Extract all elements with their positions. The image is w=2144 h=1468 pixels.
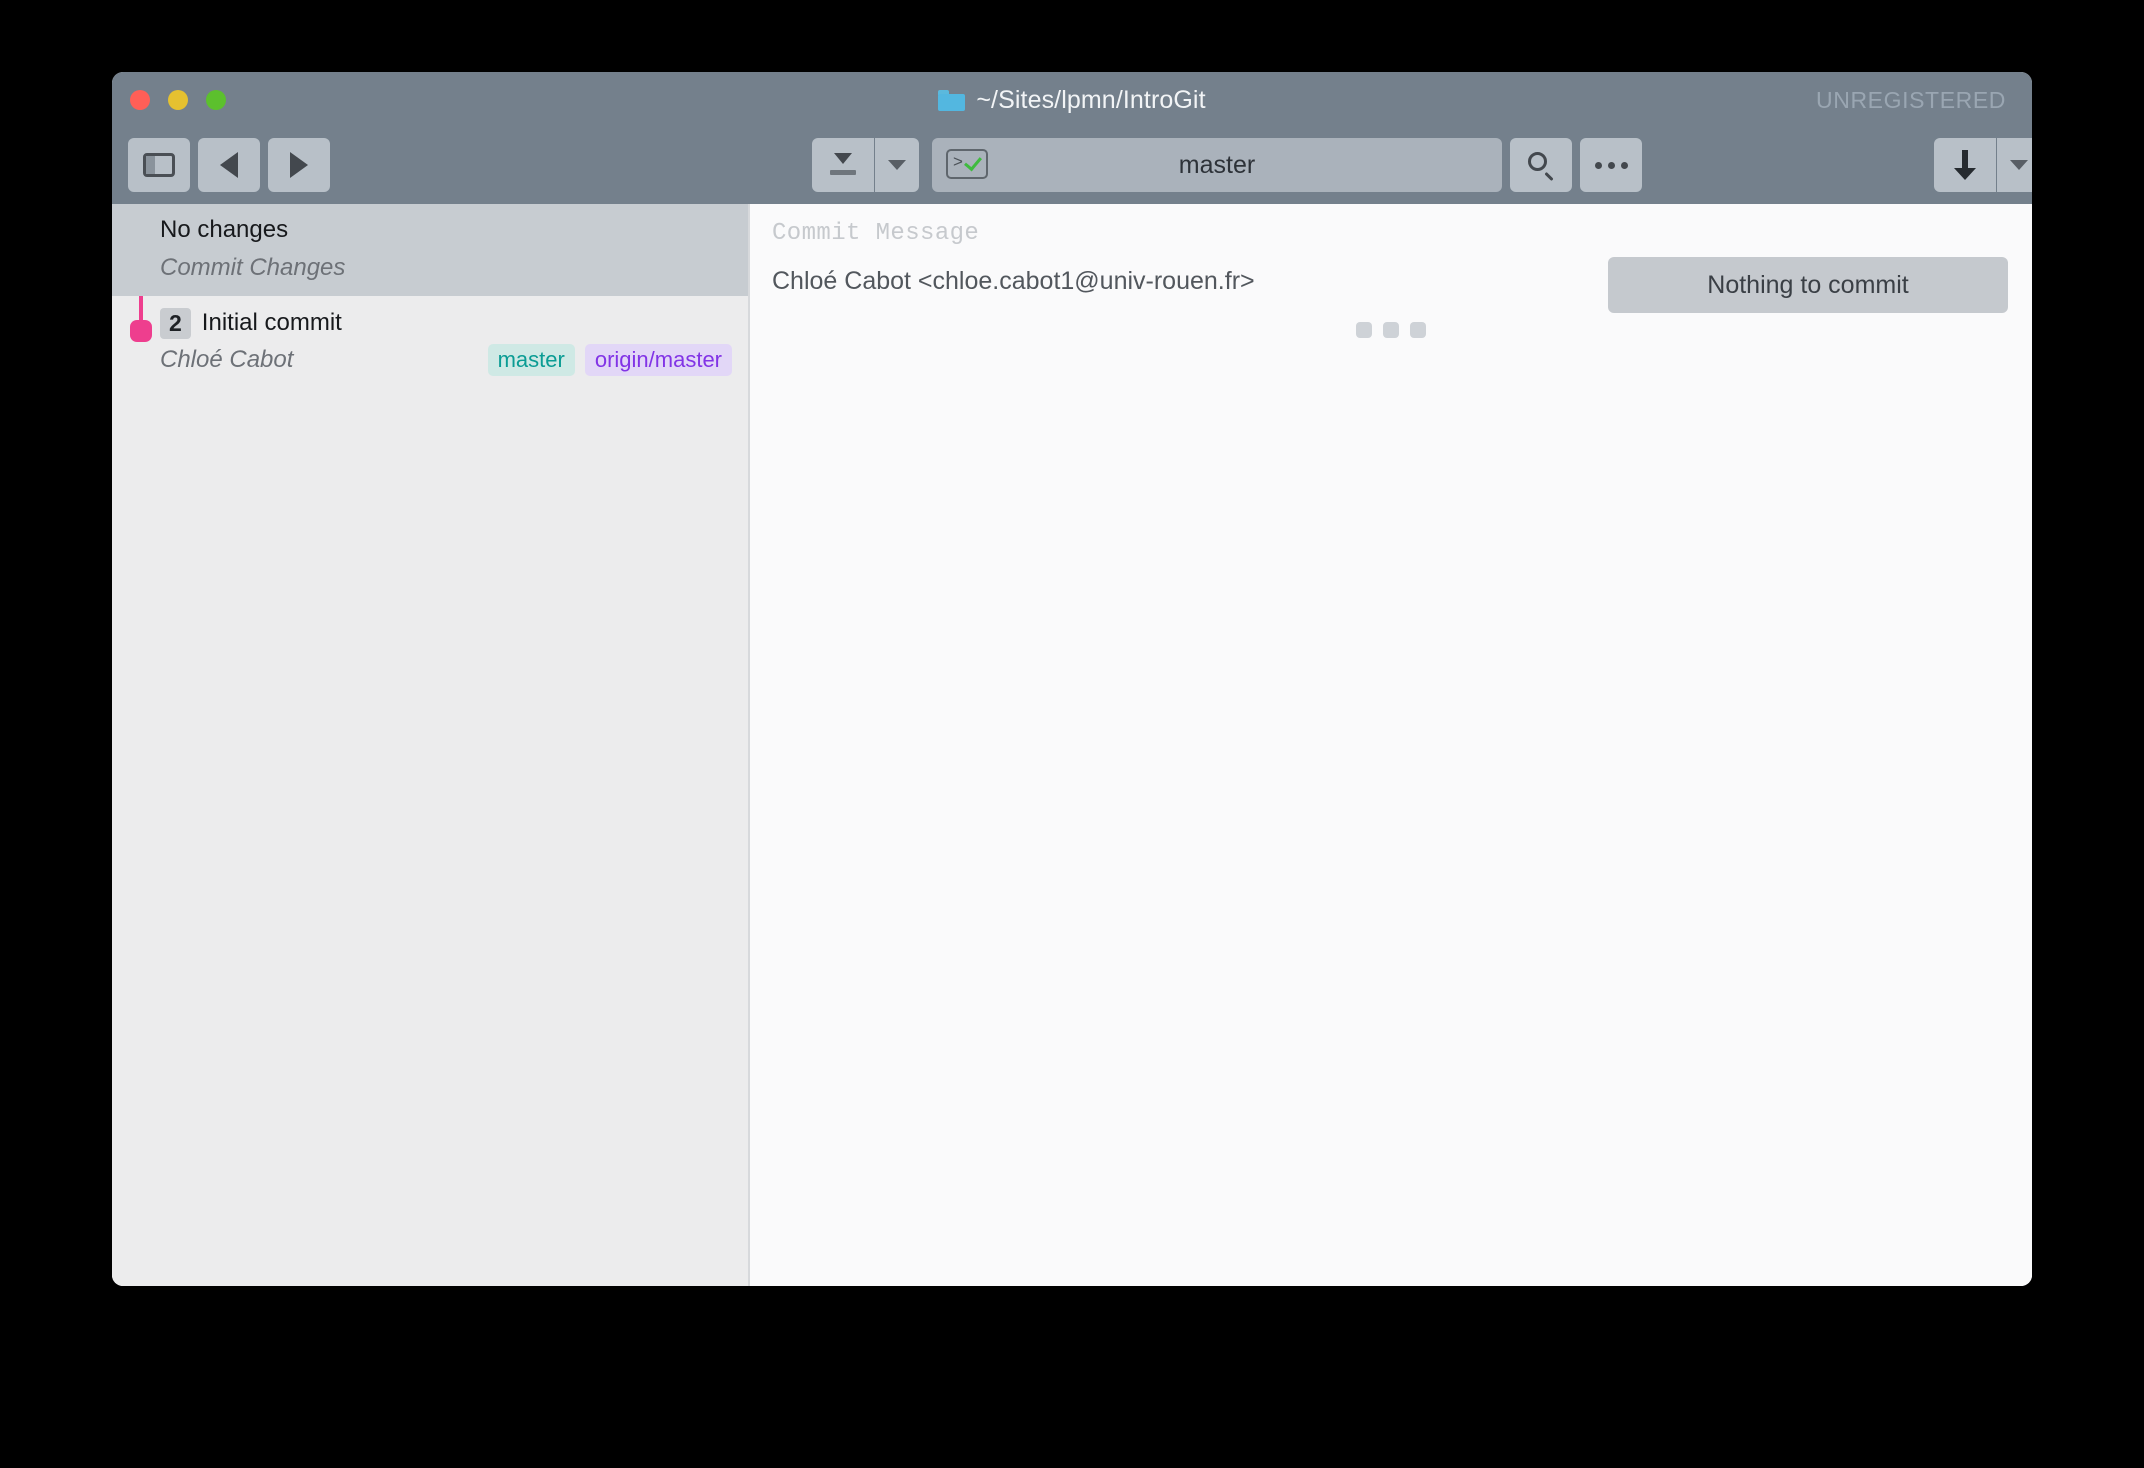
panel-resize-grip[interactable] <box>1356 322 1426 338</box>
current-branch-label: master <box>1178 150 1256 179</box>
chevron-left-icon <box>220 152 238 178</box>
navigate-back-button[interactable] <box>198 138 260 192</box>
commit-button[interactable]: Nothing to commit <box>1608 257 2008 313</box>
chevron-down-icon <box>888 160 906 170</box>
search-button[interactable] <box>1510 138 1572 192</box>
window-controls <box>130 90 226 110</box>
commit-author: Chloé Cabot <box>160 346 294 373</box>
navigate-forward-button[interactable] <box>268 138 330 192</box>
commit-panel: Commit Message Chloé Cabot <chloe.cabot1… <box>750 204 2032 1286</box>
status-badge: 2 <box>160 308 191 339</box>
search-icon <box>1527 151 1555 181</box>
arrow-down-icon <box>1954 150 1976 180</box>
commit-title: 2 Initial commit <box>160 308 342 339</box>
branch-refs: master origin/master <box>487 344 732 376</box>
commit-message-input[interactable]: Commit Message <box>772 220 979 247</box>
stash-dropdown-button[interactable] <box>875 138 919 192</box>
ref-badge-remote[interactable]: origin/master <box>584 344 732 376</box>
terminal-check-icon: > <box>946 149 988 179</box>
list-item[interactable]: 2 Initial commit Chloé Cabot master orig… <box>112 296 750 388</box>
more-options-button[interactable] <box>1580 138 1642 192</box>
close-button[interactable] <box>130 90 150 110</box>
commit-title-label: Initial commit <box>201 309 342 337</box>
stash-button[interactable] <box>812 138 874 192</box>
ellipsis-icon <box>1594 161 1628 169</box>
pull-dropdown-button[interactable] <box>1997 138 2032 192</box>
list-item[interactable]: No changes Commit Changes <box>112 204 750 296</box>
minimize-button[interactable] <box>168 90 188 110</box>
chevron-down-icon <box>2010 160 2028 170</box>
window-title-group: ~/Sites/lpmn/IntroGit <box>112 72 2032 128</box>
sidebar-panel-icon <box>143 153 175 177</box>
toolbar: > master <box>112 128 2032 204</box>
content-area: No changes Commit Changes 2 Initial comm… <box>112 204 2032 1286</box>
commit-history-sidebar[interactable]: No changes Commit Changes 2 Initial comm… <box>112 204 750 1286</box>
branch-selector[interactable]: > master <box>932 138 1502 192</box>
chevron-right-icon <box>290 152 308 178</box>
registration-status: UNREGISTERED <box>1816 86 2006 113</box>
pull-button[interactable] <box>1934 138 1996 192</box>
commit-author-line: Chloé Cabot <chloe.cabot1@univ-rouen.fr> <box>772 267 1255 295</box>
stash-icon <box>830 153 856 177</box>
app-window: ~/Sites/lpmn/IntroGit UNREGISTERED > mas… <box>112 72 2032 1286</box>
commit-title: No changes <box>160 216 288 244</box>
title-bar: ~/Sites/lpmn/IntroGit UNREGISTERED <box>112 72 2032 128</box>
sidebar-toggle-button[interactable] <box>128 138 190 192</box>
commit-title-label: No changes <box>160 216 289 243</box>
page-title: ~/Sites/lpmn/IntroGit <box>976 85 1206 114</box>
ref-badge-local[interactable]: master <box>487 344 575 376</box>
folder-icon <box>938 89 966 111</box>
commit-subtitle: Commit Changes <box>160 254 346 281</box>
maximize-button[interactable] <box>206 90 226 110</box>
